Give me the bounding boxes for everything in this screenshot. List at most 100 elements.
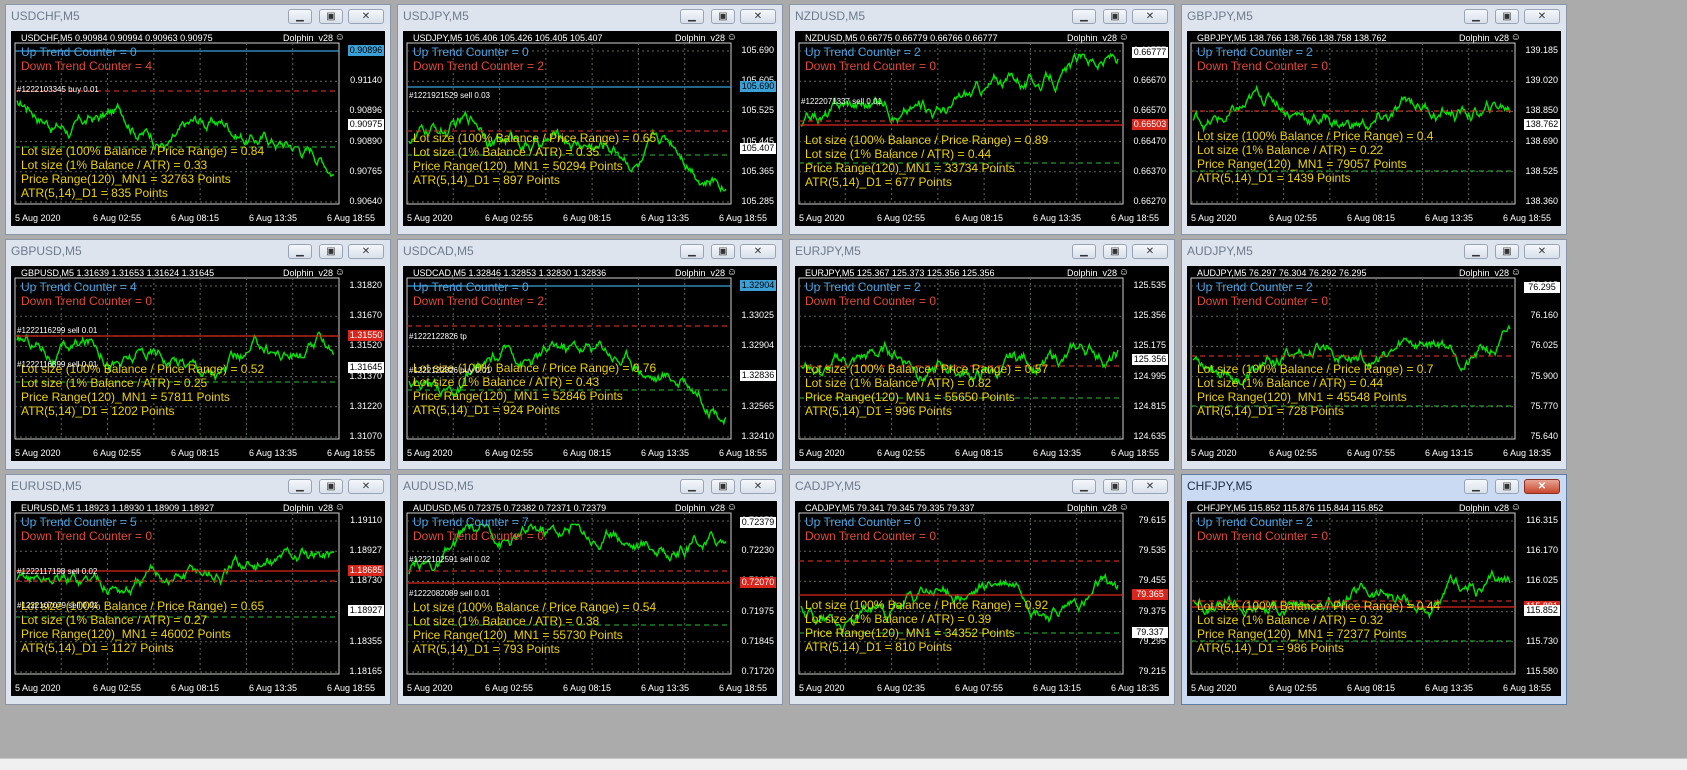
minimize-button[interactable]: ▁	[1072, 479, 1096, 494]
window-titlebar[interactable]: GBPJPY,M5 ▁ ▣ ✕	[1182, 5, 1566, 27]
price-chart[interactable]: CADJPY,M5 79.341 79.345 79.335 79.337 Dol…	[795, 501, 1169, 696]
maximize-button[interactable]: ▣	[319, 479, 343, 494]
price-axis-label: 116.025	[1526, 575, 1558, 586]
minimize-button[interactable]: ▁	[1464, 9, 1488, 24]
info-atr: ATR(5,14)_D1 = 793 Points	[413, 642, 560, 656]
window-titlebar[interactable]: USDCAD,M5 ▁ ▣ ✕	[398, 240, 782, 262]
price-chart[interactable]: USDCAD,M5 1.32846 1.32853 1.32830 1.3283…	[403, 266, 777, 461]
minimize-button[interactable]: ▁	[680, 244, 704, 259]
close-button[interactable]: ✕	[740, 479, 776, 494]
chart-window[interactable]: EURUSD,M5 ▁ ▣ ✕ EURUSD,M5 1.18923 1.18930 1.…	[5, 474, 391, 705]
price-chart[interactable]: AUDJPY,M5 76.297 76.304 76.292 76.295 Dol…	[1187, 266, 1561, 461]
maximize-button[interactable]: ▣	[711, 479, 735, 494]
close-button[interactable]: ✕	[740, 244, 776, 259]
price-axis-label: 75.640	[1530, 431, 1558, 441]
info-lot-range: Lot size (100% Balance / Price Range) = …	[413, 600, 657, 614]
chart-window[interactable]: CHFJPY,M5 ▁ ▣ ✕ CHFJPY,M5 115.852 115.876 11…	[1181, 474, 1567, 705]
maximize-button[interactable]: ▣	[1103, 479, 1127, 494]
close-button[interactable]: ✕	[1132, 244, 1168, 259]
expert-advisor-name: Dolphin_v28	[282, 33, 333, 43]
price-chart[interactable]: EURJPY,M5 125.367 125.373 125.356 125.35…	[795, 266, 1169, 461]
price-chart[interactable]: AUDUSD,M5 0.72375 0.72382 0.72371 0.7237…	[403, 501, 777, 696]
smiley-icon: ☺	[726, 32, 737, 43]
minimize-button[interactable]: ▁	[1072, 244, 1096, 259]
close-button[interactable]: ✕	[1524, 479, 1560, 494]
maximize-button[interactable]: ▣	[1103, 9, 1127, 24]
close-button[interactable]: ✕	[1524, 244, 1560, 259]
chart-window[interactable]: USDCAD,M5 ▁ ▣ ✕ USDCAD,M5 1.32846 1.32853 1.…	[397, 239, 783, 470]
close-button[interactable]: ✕	[1524, 9, 1560, 24]
minimize-button[interactable]: ▁	[680, 9, 704, 24]
close-button[interactable]: ✕	[740, 9, 776, 24]
info-lot-range: Lot size (100% Balance / Price Range) = …	[413, 131, 657, 145]
price-chart[interactable]: CHFJPY,M5 115.852 115.876 115.844 115.85…	[1187, 501, 1561, 696]
window-titlebar[interactable]: AUDJPY,M5 ▁ ▣ ✕	[1182, 240, 1566, 262]
time-axis-label: 6 Aug 02:55	[877, 213, 926, 223]
window-titlebar[interactable]: NZDUSD,M5 ▁ ▣ ✕	[790, 5, 1174, 27]
price-axis-label: 116.170	[1526, 545, 1558, 556]
close-button[interactable]: ✕	[1132, 9, 1168, 24]
up-trend-counter: Up Trend Counter = 0	[805, 515, 921, 529]
window-titlebar[interactable]: USDJPY,M5 ▁ ▣ ✕	[398, 5, 782, 27]
bid-price-tag: 1.32836	[740, 370, 776, 381]
time-axis-label: 6 Aug 07:55	[955, 683, 1004, 693]
price-chart[interactable]: NZDUSD,M5 0.66775 0.66779 0.66766 0.6677…	[795, 31, 1169, 226]
chart-window[interactable]: AUDJPY,M5 ▁ ▣ ✕ AUDJPY,M5 76.297 76.304 76.2…	[1181, 239, 1567, 470]
close-button[interactable]: ✕	[348, 9, 384, 24]
maximize-button[interactable]: ▣	[1495, 479, 1519, 494]
window-titlebar[interactable]: CHFJPY,M5 ▁ ▣ ✕	[1182, 475, 1566, 497]
close-button[interactable]: ✕	[348, 244, 384, 259]
time-axis-label: 5 Aug 2020	[15, 213, 61, 223]
chart-window[interactable]: NZDUSD,M5 ▁ ▣ ✕ NZDUSD,M5 0.66775 0.66779 0.…	[789, 4, 1175, 235]
price-chart[interactable]: GBPUSD,M5 1.31639 1.31653 1.31624 1.3164…	[11, 266, 385, 461]
chart-window[interactable]: GBPUSD,M5 ▁ ▣ ✕ GBPUSD,M5 1.31639 1.31653 1.…	[5, 239, 391, 470]
maximize-button[interactable]: ▣	[1495, 244, 1519, 259]
chart-window[interactable]: EURJPY,M5 ▁ ▣ ✕ EURJPY,M5 125.367 125.373 12…	[789, 239, 1175, 470]
window-titlebar[interactable]: CADJPY,M5 ▁ ▣ ✕	[790, 475, 1174, 497]
down-trend-counter: Down Trend Counter = 0	[1197, 294, 1329, 308]
minimize-button[interactable]: ▁	[288, 244, 312, 259]
ask-price-tag: 1.32904	[740, 280, 776, 291]
window-titlebar[interactable]: AUDUSD,M5 ▁ ▣ ✕	[398, 475, 782, 497]
maximize-button[interactable]: ▣	[319, 9, 343, 24]
chart-window[interactable]: USDCHF,M5 ▁ ▣ ✕ USDCHF,M5 0.90984 0.90994 0.…	[5, 4, 391, 235]
price-axis-label: 0.66570	[1133, 105, 1166, 116]
maximize-button[interactable]: ▣	[319, 244, 343, 259]
up-trend-counter: Up Trend Counter = 4	[21, 280, 137, 294]
price-chart[interactable]: USDJPY,M5 105.406 105.426 105.405 105.40…	[403, 31, 777, 226]
down-trend-counter: Down Trend Counter = 2	[413, 294, 545, 308]
info-atr: ATR(5,14)_D1 = 1202 Points	[21, 404, 175, 418]
minimize-button[interactable]: ▁	[1072, 9, 1096, 24]
time-axis-label: 6 Aug 08:15	[955, 448, 1004, 458]
window-titlebar[interactable]: EURUSD,M5 ▁ ▣ ✕	[6, 475, 390, 497]
chart-window[interactable]: GBPJPY,M5 ▁ ▣ ✕ GBPJPY,M5 138.766 138.766 13…	[1181, 4, 1567, 235]
maximize-button[interactable]: ▣	[711, 9, 735, 24]
horizontal-scrollbar[interactable]	[0, 758, 1687, 770]
info-atr: ATR(5,14)_D1 = 1439 Points	[1197, 171, 1351, 185]
window-titlebar[interactable]: EURJPY,M5 ▁ ▣ ✕	[790, 240, 1174, 262]
close-button[interactable]: ✕	[1132, 479, 1168, 494]
window-titlebar[interactable]: USDCHF,M5 ▁ ▣ ✕	[6, 5, 390, 27]
close-button[interactable]: ✕	[348, 479, 384, 494]
info-lot-atr: Lot size (1% Balance / ATR) = 0.27	[21, 613, 208, 627]
chart-window[interactable]: AUDUSD,M5 ▁ ▣ ✕ AUDUSD,M5 0.72375 0.72382 0.…	[397, 474, 783, 705]
price-chart[interactable]: USDCHF,M5 0.90984 0.90994 0.90963 0.9097…	[11, 31, 385, 226]
price-chart[interactable]: GBPJPY,M5 138.766 138.766 138.758 138.76…	[1187, 31, 1561, 226]
maximize-button[interactable]: ▣	[1103, 244, 1127, 259]
order-label: #1222116299 sell 0.01	[17, 326, 98, 335]
time-axis-label: 6 Aug 13:35	[641, 448, 690, 458]
maximize-button[interactable]: ▣	[1495, 9, 1519, 24]
minimize-button[interactable]: ▁	[1464, 244, 1488, 259]
minimize-button[interactable]: ▁	[1464, 479, 1488, 494]
price-axis-label: 0.66370	[1133, 165, 1166, 176]
maximize-button[interactable]: ▣	[711, 244, 735, 259]
minimize-button[interactable]: ▁	[680, 479, 704, 494]
minimize-button[interactable]: ▁	[288, 479, 312, 494]
time-axis-label: 6 Aug 13:35	[1033, 448, 1082, 458]
chart-window[interactable]: CADJPY,M5 ▁ ▣ ✕ CADJPY,M5 79.341 79.345 79.3…	[789, 474, 1175, 705]
price-chart[interactable]: EURUSD,M5 1.18923 1.18930 1.18909 1.1892…	[11, 501, 385, 696]
window-titlebar[interactable]: GBPUSD,M5 ▁ ▣ ✕	[6, 240, 390, 262]
minimize-button[interactable]: ▁	[288, 9, 312, 24]
price-axis-label: 79.615	[1138, 515, 1166, 525]
chart-window[interactable]: USDJPY,M5 ▁ ▣ ✕ USDJPY,M5 105.406 105.426 10…	[397, 4, 783, 235]
